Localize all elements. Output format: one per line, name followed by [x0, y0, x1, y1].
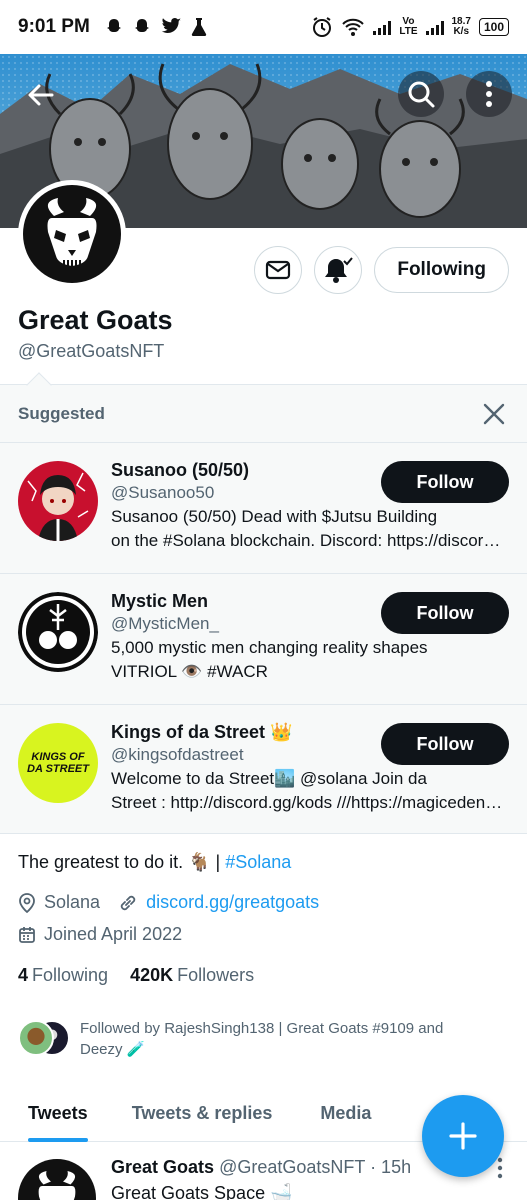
message-button[interactable] [254, 246, 303, 294]
close-suggested-button[interactable] [479, 399, 509, 429]
follow-button[interactable]: Follow [381, 461, 509, 503]
network-label-bottom: LTE [399, 26, 418, 37]
snapchat-icon [106, 19, 121, 32]
snapchat-icon [134, 19, 149, 32]
suggested-account[interactable]: Mystic Men @MysticMen_ 5,000 mystic men … [0, 574, 527, 705]
tweet-more-button[interactable] [497, 1157, 503, 1184]
follow-stats: 4 Following 420K Followers [18, 965, 254, 986]
profile-bio: The greatest to do it. 🐐 | #Solana [18, 852, 291, 873]
wifi-icon [342, 18, 365, 36]
following-stat[interactable]: 4 Following [18, 965, 108, 986]
goat-skull-logo [47, 198, 97, 267]
search-icon [408, 81, 435, 108]
following-button[interactable]: Following [374, 247, 509, 293]
profile-meta-location-website: Solana discord.gg/greatgoats [18, 892, 319, 913]
tweet-author: Great Goats [111, 1157, 215, 1177]
suggested-bio-line: Susanoo (50/50) Dead with $Jutsu Buildin… [111, 507, 438, 526]
suggested-bio-line: VITRIOL 👁️ #WACR [111, 662, 268, 681]
susanoo-avatar-image [18, 461, 98, 541]
profile-handle: @GreatGoatsNFT [18, 341, 165, 361]
location-text: Solana [44, 892, 101, 912]
flask-icon [191, 18, 206, 36]
status-bar: 9:01 PM Vo LTE 18.7 K/s 100 [0, 0, 527, 54]
network-speed-unit: K/s [453, 26, 470, 37]
suggested-header: Suggested [0, 385, 527, 443]
alarm-icon [313, 17, 332, 37]
notifications-button[interactable] [314, 246, 363, 294]
profile-actions: Following [254, 246, 509, 294]
mail-icon [266, 260, 291, 280]
suggested-bio: Susanoo (50/50) Dead with $Jutsu Buildin… [111, 505, 503, 553]
tab-tweets-replies[interactable]: Tweets & replies [132, 1084, 273, 1142]
signal-icon [425, 19, 444, 35]
network-speed: 18.7 K/s [452, 17, 471, 37]
following-count: 4 [18, 965, 29, 985]
tweet-avatar[interactable] [18, 1159, 96, 1200]
suggested-account[interactable]: KINGS OF DA STREET Kings of da Street 👑 … [0, 705, 527, 836]
suggested-avatar-mystic-men[interactable] [18, 592, 98, 672]
suggested-bio-line: Street : http://discord.gg/kods ///https… [111, 793, 503, 812]
more-vertical-icon [497, 1157, 503, 1179]
joined-text: Joined April 2022 [44, 924, 183, 944]
tab-media[interactable]: Media [320, 1084, 371, 1142]
followed-by-text: Followed by RajeshSingh138 | Great Goats… [80, 1018, 500, 1060]
followed-by-avatars [18, 1018, 70, 1056]
followers-count: 420K [130, 965, 174, 985]
goat-skull-logo [38, 1171, 76, 1200]
mystic-men-avatar-image [18, 592, 98, 672]
bell-check-icon [325, 257, 354, 283]
profile-avatar[interactable] [18, 180, 126, 288]
tweet-header: Great Goats @GreatGoatsNFT · 15h [111, 1157, 411, 1178]
kings-logo-text: KINGS OF DA STREET [27, 751, 89, 775]
profile-meta-joined: Joined April 2022 [18, 924, 182, 945]
plus-icon [449, 1122, 477, 1150]
tab-tweets[interactable]: Tweets [28, 1084, 88, 1142]
followers-label: Followers [177, 965, 255, 985]
tweet-time: · 15h [370, 1157, 412, 1177]
avatar [18, 1020, 54, 1056]
arrow-left-icon [28, 84, 54, 106]
search-button[interactable] [398, 71, 444, 117]
more-options-button[interactable] [466, 71, 512, 117]
suggested-bio: 5,000 mystic men changing reality shapes… [111, 636, 503, 684]
location-pin-icon [19, 892, 35, 913]
twitter-icon [161, 18, 181, 33]
status-time: 9:01 PM [18, 16, 90, 37]
suggested-avatar-kings[interactable]: KINGS OF DA STREET [18, 723, 98, 803]
profile-name: Great Goats [18, 305, 173, 335]
followed-by-line: Deezy 🧪 [80, 1041, 146, 1058]
compose-tweet-button[interactable] [422, 1095, 504, 1177]
calendar-icon [19, 926, 35, 943]
suggested-avatar-susanoo[interactable] [18, 461, 98, 541]
network-type: Vo LTE [399, 17, 417, 37]
following-label: Following [32, 965, 109, 985]
followers-stat[interactable]: 420K Followers [130, 965, 254, 986]
bio-hashtag-link[interactable]: #Solana [225, 852, 291, 872]
more-vertical-icon [486, 81, 492, 107]
follow-button[interactable]: Follow [381, 592, 509, 634]
suggested-panel: Suggested Susanoo (50/50) @Susanoo50 Sus… [0, 384, 527, 834]
battery-indicator: 100 [478, 18, 509, 36]
followed-by[interactable]: Followed by RajeshSingh138 | Great Goats… [18, 1018, 500, 1060]
suggested-bio-line: on the #Solana blockchain. Discord: http… [111, 531, 503, 550]
suggested-bio: Welcome to da Street🏙️ @solana Join da S… [111, 767, 503, 815]
close-icon [483, 403, 505, 424]
suggested-account[interactable]: Susanoo (50/50) @Susanoo50 Susanoo (50/5… [0, 443, 527, 574]
suggested-title: Suggested [18, 403, 105, 423]
bio-text: The greatest to do it. 🐐 | [18, 852, 226, 872]
back-button[interactable] [18, 72, 64, 118]
website-link[interactable]: discord.gg/greatgoats [146, 892, 319, 913]
tweet-text: Great Goats Space 🛁 [111, 1183, 293, 1200]
signal-icon [373, 19, 392, 35]
followed-by-line: Followed by RajeshSingh138 | Great Goats… [80, 1020, 444, 1037]
suggested-bio-line: Welcome to da Street🏙️ @solana Join da [111, 769, 427, 788]
tweet-handle: @GreatGoatsNFT [219, 1157, 366, 1177]
link-icon [120, 895, 136, 910]
follow-button[interactable]: Follow [381, 723, 509, 765]
suggested-bio-line: 5,000 mystic men changing reality shapes [111, 638, 428, 657]
